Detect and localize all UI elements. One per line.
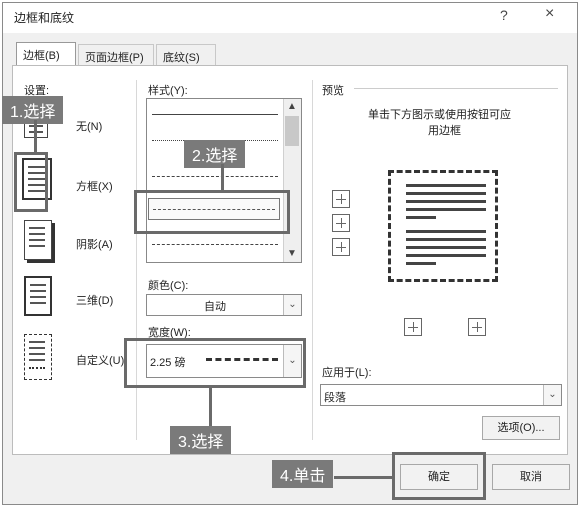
title-bar [3,3,577,33]
setting-shadow-label[interactable]: 阴影(A) [76,236,113,252]
scroll-up-icon[interactable]: ▲ [287,101,297,112]
style-label: 样式(Y): [148,85,188,97]
chevron-down-icon[interactable]: ⌄ [543,385,561,405]
setting-3d-icon[interactable] [24,276,52,316]
style-option-dashed[interactable] [152,176,278,177]
setting-custom-icon[interactable] [24,334,52,380]
annotation-connector [209,388,212,426]
annotation-step1: 1.选择 [2,96,64,124]
cancel-button[interactable]: 取消 [492,464,570,490]
preview-text-line [406,208,486,211]
preview-text-line [406,246,486,249]
close-button[interactable]: × [545,5,554,23]
color-value: 自动 [204,301,226,313]
style-listbox[interactable] [146,98,302,263]
preview-text-line [406,200,486,203]
scroll-thumb[interactable] [285,116,299,146]
annotation-connector [34,120,37,152]
callout-box-step2 [134,190,290,234]
setting-custom-label[interactable]: 自定义(U) [76,352,124,368]
bottom-border-button[interactable] [332,238,350,256]
annotation-step3: 3.选择 [170,426,232,454]
tab-borders[interactable]: 边框(B) [16,42,76,66]
style-option-solid[interactable] [152,114,278,115]
chevron-down-icon[interactable]: ⌄ [283,295,301,315]
preview-text-line [406,184,486,187]
left-border-button[interactable] [404,318,422,336]
annotation-step4: 4.单击 [272,460,334,488]
apply-to-value: 段落 [324,392,346,404]
preview-text-line [406,216,436,219]
dialog-title: 边框和底纹 [14,11,75,25]
setting-shadow-icon[interactable] [24,220,52,260]
annotation-connector [334,476,392,479]
tab-shading[interactable]: 底纹(S) [156,44,216,66]
help-button[interactable]: ? [500,7,508,23]
inner-horizontal-border-button[interactable] [332,214,350,232]
callout-box-step1 [14,152,48,212]
color-label: 颜色(C): [148,280,189,292]
preview-text-line [406,230,486,233]
separator [312,80,313,440]
preview-hint-line2: 用边框 [428,125,461,137]
callout-box-step3 [124,338,306,388]
top-border-button[interactable] [332,190,350,208]
annotation-connector [221,164,224,190]
preview-text-line [406,192,486,195]
callout-box-step4 [392,452,486,500]
apply-to-dropdown[interactable] [320,384,562,406]
preview-text-line [406,262,436,265]
options-button[interactable]: 选项(O)... [482,416,560,440]
scroll-down-icon[interactable]: ▼ [287,248,297,259]
style-option-dashdot[interactable] [152,244,278,245]
annotation-step2: 2.选择 [184,140,246,168]
right-border-button[interactable] [468,318,486,336]
preview-label: 预览 [322,85,344,97]
setting-3d-label[interactable]: 三维(D) [76,292,113,308]
setting-box-label[interactable]: 方框(X) [76,178,113,194]
preview-hint-line1: 单击下方图示或使用按钮可应 [368,109,511,121]
preview-text-line [406,254,486,257]
preview-text-line [406,238,486,241]
apply-to-label: 应用于(L): [322,367,372,379]
preview-divider [354,88,558,89]
setting-none-label[interactable]: 无(N) [76,118,102,134]
tab-page-border[interactable]: 页面边框(P) [78,44,154,66]
